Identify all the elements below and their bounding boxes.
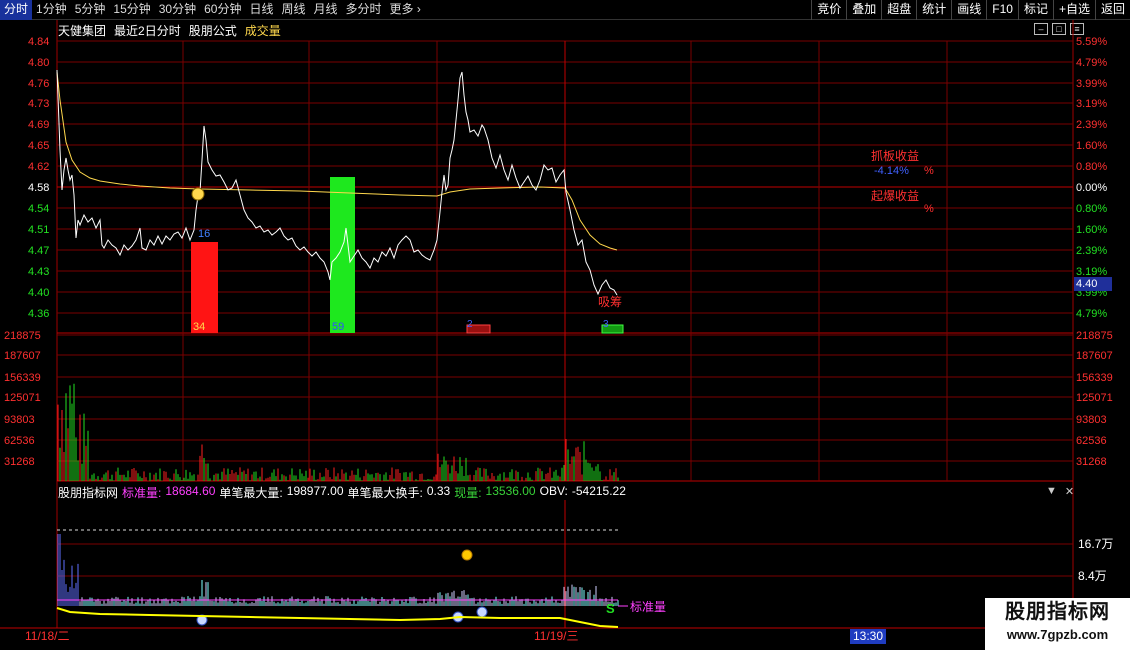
- burst-profit-label: 起爆收益: [871, 189, 919, 203]
- chart-grid: [0, 20, 1130, 629]
- percent-tick-label: 1.60%: [1076, 224, 1107, 236]
- indicator-name[interactable]: 股朋指标网: [58, 484, 118, 500]
- percent-tick-label: 0.80%: [1076, 161, 1107, 173]
- ind-axis-label: 16.7万: [1078, 537, 1113, 551]
- board-profit-value: -4.14%: [874, 165, 909, 177]
- volume-tick-label: 218875: [1076, 330, 1113, 342]
- current-price-badge: 4.40: [1074, 277, 1112, 291]
- watermark-brand: 股朋指标网 www.7gpzb.com: [985, 598, 1130, 650]
- price-tick-label: 4.43: [28, 266, 49, 278]
- max-turnover-label: 单笔最大换手:: [347, 486, 423, 500]
- small-bar2-label: 3: [603, 319, 609, 330]
- max-vol-value: 198977.00: [286, 484, 344, 498]
- green-bar-annotation: [330, 177, 355, 333]
- current-time-badge: 13:30: [850, 629, 886, 644]
- dropdown-arrow-icon[interactable]: ▼: [1046, 485, 1057, 498]
- price-tick-label: 4.62: [28, 161, 49, 173]
- face-marker-icon: [476, 606, 488, 618]
- date-label-day1: 11/18/二: [25, 629, 69, 643]
- volume-tick-label: 187607: [4, 350, 41, 362]
- burst-profit-percent: %: [924, 203, 934, 215]
- absorb-label: 吸筹: [598, 295, 622, 309]
- indicator-controls: ▼ ✕: [1046, 485, 1074, 498]
- volume-tick-label: 187607: [1076, 350, 1113, 362]
- price-tick-label: 4.51: [28, 224, 49, 236]
- indicator-header: 股朋指标网 标准量: 18684.60 单笔最大量: 198977.00 单笔最…: [58, 484, 626, 500]
- ind-axis-label: 8.4万: [1078, 569, 1107, 583]
- percent-tick-label: 3.19%: [1076, 98, 1107, 110]
- price-tick-label: 4.80: [28, 57, 49, 69]
- percent-tick-label: 4.79%: [1076, 308, 1107, 320]
- price-tick-label: 4.65: [28, 140, 49, 152]
- smiley-marker-icon: [191, 187, 205, 201]
- price-tick-label: 4.76: [28, 78, 49, 90]
- obv-line: [56, 607, 619, 628]
- s-marker: S: [606, 601, 615, 616]
- volume-bars: [57, 383, 619, 481]
- volume-tick-label: 93803: [1076, 414, 1107, 426]
- volume-tick-label: 156339: [4, 372, 41, 384]
- max-vol-label: 单笔最大量:: [219, 486, 283, 500]
- volume-tick-label: 93803: [4, 414, 35, 426]
- percent-tick-label: 2.39%: [1076, 119, 1107, 131]
- volume-tick-label: 125071: [4, 392, 41, 404]
- volume-tick-label: 62536: [1076, 435, 1107, 447]
- volume-axis: 218875 218875 187607 187607 156339 156339 1250…: [4, 330, 1113, 468]
- percent-tick-label: 2.39%: [1076, 245, 1107, 257]
- close-icon[interactable]: ✕: [1065, 485, 1074, 498]
- max-turnover-value: 0.33: [426, 484, 451, 498]
- price-tick-label: 4.47: [28, 245, 49, 257]
- price-tick-label: 4.73: [28, 98, 49, 110]
- percent-tick-label: 0.00%: [1076, 182, 1107, 194]
- volume-tick-label: 218875: [4, 330, 41, 342]
- current-vol-label: 现量:: [454, 486, 482, 500]
- percent-tick-label: 5.59%: [1076, 36, 1107, 48]
- date-label-day2: 11/19/三: [534, 629, 578, 643]
- std-volume-label: 标准量:: [122, 486, 162, 500]
- indicator-bars: [57, 534, 619, 606]
- price-tick-label: 4.84: [28, 36, 49, 48]
- bar1-top-label: 16: [198, 228, 210, 240]
- bar2-bottom-label: 59: [332, 321, 344, 333]
- price-tick-label: 4.54: [28, 203, 49, 215]
- price-axis-left: 4.84 4.80 4.76 4.73 4.69 4.65 4.62 4.58 4.54 4.51…: [28, 36, 49, 320]
- percent-tick-label: 0.80%: [1076, 203, 1107, 215]
- brand-url: www.7gpzb.com: [1006, 627, 1109, 642]
- percent-tick-label: 3.99%: [1076, 78, 1107, 90]
- volume-tick-label: 125071: [1076, 392, 1113, 404]
- price-tick-label: 4.36: [28, 308, 49, 320]
- bar1-bottom-label: 34: [193, 321, 205, 333]
- percent-tick-label: 4.79%: [1076, 57, 1107, 69]
- current-vol-value: 13536.00: [485, 484, 536, 498]
- price-tick-label: 4.69: [28, 119, 49, 131]
- volume-tick-label: 31268: [1076, 456, 1107, 468]
- board-profit-percent: %: [924, 165, 934, 177]
- price-tick-label: 4.40: [28, 287, 49, 299]
- brand-name: 股朋指标网: [1005, 601, 1110, 623]
- percent-tick-label: 1.60%: [1076, 140, 1107, 152]
- intraday-chart[interactable]: 4.84 4.80 4.76 4.73 4.69 4.65 4.62 4.58 4.54 4.51…: [0, 0, 1130, 650]
- std-volume-value: 18684.60: [165, 484, 216, 498]
- egg-marker-icon: [461, 549, 473, 561]
- obv-label: OBV:: [539, 484, 568, 498]
- volume-tick-label: 62536: [4, 435, 35, 447]
- board-profit-label: 抓板收益: [871, 149, 919, 163]
- volume-tick-label: 156339: [1076, 372, 1113, 384]
- volume-tick-label: 31268: [4, 456, 35, 468]
- std-line-label: 标准量: [630, 600, 666, 614]
- price-tick-label: 4.58: [28, 182, 49, 194]
- small-bar1-label: 2: [467, 319, 473, 330]
- red-bar-annotation: [191, 242, 218, 333]
- obv-value: -54215.22: [571, 484, 626, 498]
